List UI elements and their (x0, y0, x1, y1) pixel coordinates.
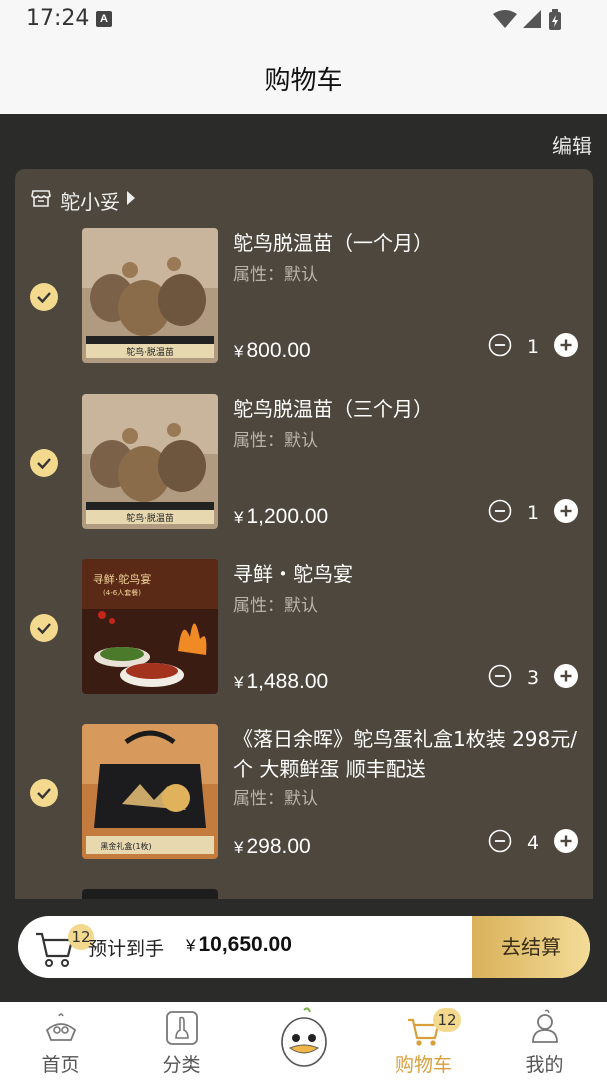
thumb-caption: 鸵鸟·脱温苗 (126, 512, 174, 524)
status-icons (491, 8, 563, 36)
price-value: 1,488.00 (246, 670, 329, 693)
status-bar: 17:24 A (0, 0, 607, 40)
cart-item: 鸵鸟·脱温苗 鸵鸟脱温苗（三个月） 属性：默认 ¥1,200.00 1 (15, 394, 593, 529)
cart-item: 黑金礼盒(1枚) 《落日余晖》鸵鸟蛋礼盒1枚装 298元/个 大颗鲜蛋 顺丰配送… (15, 724, 593, 859)
item-attribute: 属性：默认 (233, 431, 318, 451)
store-header[interactable]: 鸵小妥 (30, 187, 136, 214)
notification-icon: A (96, 11, 112, 27)
store-cart-card: 鸵小妥 鸵鸟·脱温苗 鸵鸟脱温苗（一个月） 属性：默认 ¥ 800.00 1 鸵… (15, 169, 593, 899)
item-attribute: 属性：默认 (233, 596, 318, 616)
product-image[interactable]: 寻鲜·鸵鸟宴 (4-6人套餐) (82, 559, 218, 694)
plus-icon[interactable] (554, 664, 578, 692)
quantity-value[interactable]: 4 (512, 832, 554, 854)
thumb-caption: 寻鲜·鸵鸟宴 (93, 572, 152, 586)
currency-symbol: ¥ (234, 838, 244, 857)
item-checkbox[interactable] (30, 283, 58, 311)
check-icon (37, 788, 51, 800)
mascot-icon (278, 1006, 330, 1068)
checkout-button[interactable]: 去结算 (472, 916, 590, 978)
minus-icon[interactable] (488, 664, 512, 692)
currency-symbol: ¥ (234, 508, 244, 527)
quantity-stepper: 1 (488, 333, 578, 361)
tab-profile[interactable]: 我的 (484, 1002, 605, 1080)
estimate-label: 预计到手 (88, 938, 165, 960)
cart-content: 编辑 鸵小妥 鸵鸟·脱温苗 鸵鸟脱温苗（一个月） 属性：默认 ¥ 800.00 … (0, 114, 607, 1002)
cart-item: 鸵鸟·脱温苗 鸵鸟脱温苗（一个月） 属性：默认 ¥800.00 1 (15, 228, 593, 363)
page-title: 购物车 (264, 66, 343, 96)
total-value: 10,650.00 (198, 933, 292, 956)
edit-button[interactable]: 编辑 (552, 130, 592, 159)
price-value: 800.00 (246, 339, 311, 362)
cart-item: 寻鲜·鸵鸟宴 (4-6人套餐) 寻鲜・鸵鸟宴 属性：默认 ¥1,488.00 3 (15, 559, 593, 694)
item-attribute: 属性：默认 (233, 265, 318, 285)
currency-symbol: ¥ (234, 342, 244, 361)
tab-label: 分类 (162, 1054, 201, 1076)
header: 购物车 (0, 40, 607, 114)
total-price: ¥10,650.00 (186, 933, 292, 957)
cart-tab-badge: 12 (433, 1008, 461, 1032)
store-name: 鸵小妥 (60, 189, 120, 214)
check-icon (37, 623, 51, 635)
price-value: 298.00 (246, 835, 311, 858)
item-price: ¥298.00 (234, 835, 311, 859)
store-icon (30, 187, 52, 213)
check-icon (37, 458, 51, 470)
cart-summary[interactable]: 12 (34, 924, 94, 968)
tab-home[interactable]: 首页 (0, 1002, 121, 1080)
status-time: 17:24 (26, 6, 90, 31)
plus-icon[interactable] (554, 333, 578, 361)
item-attribute: 属性：默认 (233, 789, 318, 809)
tab-mascot[interactable] (242, 1002, 363, 1080)
item-checkbox[interactable] (30, 779, 58, 807)
thumb-subcaption: (4-6人套餐) (103, 588, 141, 597)
quantity-value[interactable]: 3 (512, 667, 554, 689)
quantity-stepper: 1 (488, 499, 578, 527)
home-icon (41, 1008, 81, 1048)
product-image[interactable]: 鸵鸟·脱温苗 (82, 228, 218, 363)
currency-symbol: ¥ (234, 673, 244, 692)
tab-label: 首页 (41, 1054, 80, 1076)
tab-category[interactable]: 分类 (121, 1002, 242, 1080)
bottom-tab-bar: 首页 分类 12 购物车 我的 (0, 1002, 607, 1080)
plus-icon[interactable] (554, 499, 578, 527)
checkout-bar: 12 预计到手 ¥10,650.00 去结算 (18, 916, 590, 978)
thumb-caption: 鸵鸟·脱温苗 (126, 346, 174, 358)
product-image[interactable]: 黑金礼盒(1枚) (82, 724, 218, 859)
item-checkbox[interactable] (30, 449, 58, 477)
profile-icon (525, 1008, 565, 1048)
tab-label: 购物车 (394, 1054, 452, 1076)
item-title[interactable]: 鸵鸟脱温苗（三个月） (233, 394, 578, 424)
category-icon (162, 1008, 202, 1048)
item-price: ¥800.00 (234, 339, 311, 363)
product-image[interactable]: 鸵鸟·脱温苗 (82, 394, 218, 529)
item-title[interactable]: 鸵鸟脱温苗（一个月） (233, 228, 578, 258)
item-checkbox[interactable] (30, 614, 58, 642)
item-price: ¥1,200.00 (234, 505, 328, 529)
product-image[interactable] (82, 889, 218, 899)
quantity-value[interactable]: 1 (512, 336, 554, 358)
plus-icon[interactable] (554, 829, 578, 857)
minus-icon[interactable] (488, 333, 512, 361)
chevron-right-icon (126, 190, 136, 210)
wifi-icon (493, 10, 517, 28)
item-title[interactable]: 《落日余晖》鸵鸟蛋礼盒1枚装 298元/个 大颗鲜蛋 顺丰配送 (233, 724, 578, 784)
tab-label: 我的 (525, 1054, 564, 1076)
signal-icon (523, 10, 541, 28)
thumb-caption: 黑金礼盒(1枚) (100, 841, 151, 851)
quantity-stepper: 4 (488, 829, 578, 857)
quantity-stepper: 3 (488, 664, 578, 692)
price-value: 1,200.00 (246, 505, 329, 528)
check-icon (37, 292, 51, 304)
item-title[interactable]: 寻鲜・鸵鸟宴 (233, 559, 578, 589)
minus-icon[interactable] (488, 499, 512, 527)
item-price: ¥1,488.00 (234, 670, 328, 694)
quantity-value[interactable]: 1 (512, 502, 554, 524)
tab-cart[interactable]: 12 购物车 (363, 1002, 484, 1080)
battery-icon (549, 9, 561, 30)
minus-icon[interactable] (488, 829, 512, 857)
currency-symbol: ¥ (186, 936, 196, 955)
